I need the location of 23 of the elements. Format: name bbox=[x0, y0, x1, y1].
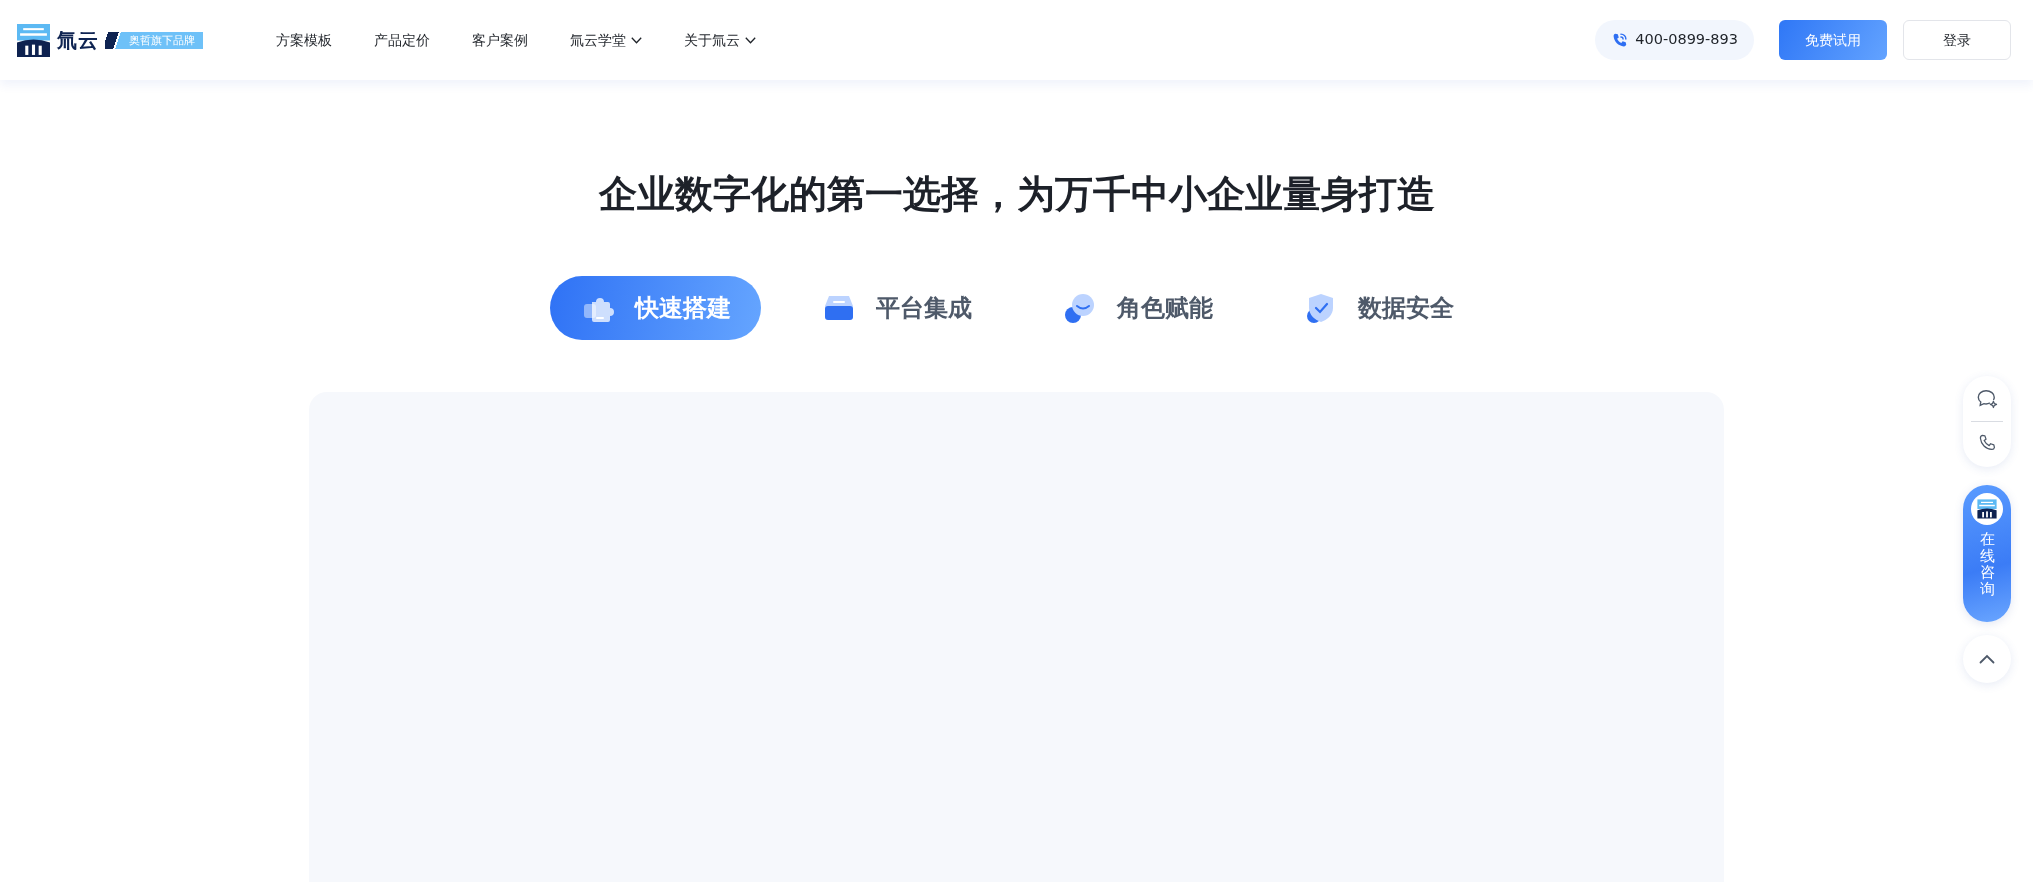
feature-tab[interactable]: 数据安全 bbox=[1272, 276, 1484, 341]
login-button[interactable]: 登录 bbox=[1903, 20, 2011, 60]
smile-icon bbox=[1063, 292, 1096, 325]
chevron-down-icon bbox=[745, 36, 756, 44]
feature-tab[interactable]: 角色赋能 bbox=[1031, 276, 1243, 341]
logo-icon bbox=[1971, 493, 2003, 525]
nav-link[interactable]: 氚云学堂 bbox=[570, 29, 642, 51]
chevron-down-icon bbox=[631, 36, 642, 44]
phone-icon bbox=[1611, 31, 1629, 49]
section-title: 企业数字化的第一选择，为万千中小企业量身打造 bbox=[597, 171, 1436, 218]
phone-link[interactable]: 400-0899-893 bbox=[1595, 20, 1754, 60]
nav-link[interactable]: 关于氚云 bbox=[684, 29, 756, 51]
nav-link[interactable]: 方案模板 bbox=[276, 29, 332, 51]
nav-link[interactable]: 客户案例 bbox=[472, 29, 528, 51]
online-consult-button[interactable]: 在线咨询 bbox=[1963, 485, 2011, 622]
nav-link[interactable]: 产品定价 bbox=[374, 29, 430, 51]
brand-badge: 奥哲旗下品牌 bbox=[105, 31, 203, 49]
logo-text: 氚云 bbox=[57, 27, 99, 54]
chevron-up-icon bbox=[1979, 654, 1995, 664]
logo-icon[interactable] bbox=[17, 23, 50, 57]
feature-tab[interactable]: 平台集成 bbox=[790, 276, 1002, 341]
phone-icon[interactable] bbox=[1977, 433, 1997, 453]
chat-icon[interactable] bbox=[1976, 388, 1998, 410]
